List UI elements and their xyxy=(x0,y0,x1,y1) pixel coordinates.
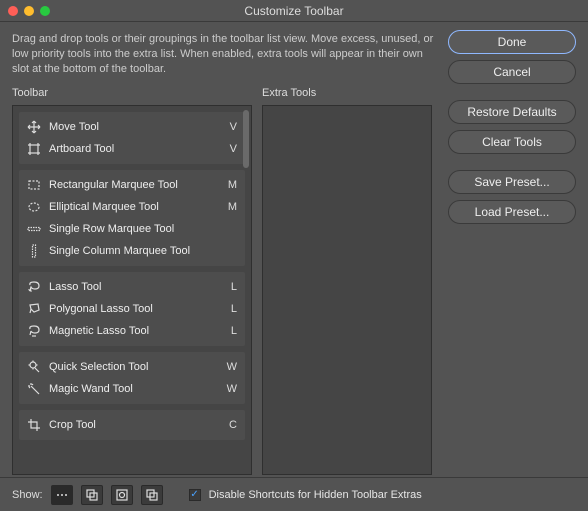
tool-row[interactable]: Quick Selection Tool W xyxy=(19,356,245,378)
tool-label: Elliptical Marquee Tool xyxy=(49,201,217,213)
tool-label: Magic Wand Tool xyxy=(49,383,217,395)
tool-row[interactable]: Move Tool V xyxy=(19,116,245,138)
tool-label: Magnetic Lasso Tool xyxy=(49,325,217,337)
minimize-icon[interactable] xyxy=(24,6,34,16)
tool-label: Single Row Marquee Tool xyxy=(49,223,217,235)
side-buttons: Done Cancel Restore Defaults Clear Tools… xyxy=(448,30,576,224)
extra-tools-list[interactable] xyxy=(262,105,432,475)
show-dots-button[interactable] xyxy=(51,485,73,505)
tool-label: Rectangular Marquee Tool xyxy=(49,179,217,191)
tool-group[interactable]: Quick Selection Tool W Magic Wand Tool W xyxy=(19,352,245,404)
tool-row[interactable]: Single Row Marquee Tool xyxy=(19,218,245,240)
tool-shortcut: V xyxy=(225,143,237,155)
show-label: Show: xyxy=(12,489,43,501)
save-preset-button[interactable]: Save Preset... xyxy=(448,170,576,194)
move-icon xyxy=(27,120,41,134)
tool-row[interactable]: Lasso Tool L xyxy=(19,276,245,298)
tool-label: Artboard Tool xyxy=(49,143,217,155)
tool-row[interactable]: Magnetic Lasso Tool L xyxy=(19,320,245,342)
tool-row[interactable]: Single Column Marquee Tool xyxy=(19,240,245,262)
tool-shortcut: M xyxy=(225,201,237,213)
extra-column-label: Extra Tools xyxy=(262,87,432,99)
tool-row[interactable]: Crop Tool C xyxy=(19,414,245,436)
tool-label: Quick Selection Tool xyxy=(49,361,217,373)
tool-shortcut: M xyxy=(225,179,237,191)
cancel-button[interactable]: Cancel xyxy=(448,60,576,84)
tool-row[interactable]: Artboard Tool V xyxy=(19,138,245,160)
tool-row[interactable]: Polygonal Lasso Tool L xyxy=(19,298,245,320)
scrollbar[interactable] xyxy=(243,110,249,168)
tool-group[interactable]: Crop Tool C xyxy=(19,410,245,440)
done-button[interactable]: Done xyxy=(448,30,576,54)
tool-row[interactable]: Magic Wand Tool W xyxy=(19,378,245,400)
clear-tools-button[interactable]: Clear Tools xyxy=(448,130,576,154)
window-controls xyxy=(0,6,50,16)
tool-label: Single Column Marquee Tool xyxy=(49,245,217,257)
poly-lasso-icon xyxy=(27,302,41,316)
crop-icon xyxy=(27,418,41,432)
show-screenmode-button[interactable] xyxy=(141,485,163,505)
window-title: Customize Toolbar xyxy=(0,4,588,18)
disable-shortcuts-label: Disable Shortcuts for Hidden Toolbar Ext… xyxy=(209,489,422,501)
show-quickmask-button[interactable] xyxy=(111,485,133,505)
tool-label: Lasso Tool xyxy=(49,281,217,293)
disable-shortcuts-checkbox[interactable]: ✓ xyxy=(189,489,201,501)
tool-label: Crop Tool xyxy=(49,419,217,431)
footer: Show: ✓ Disable Shortcuts for Hidden Too… xyxy=(0,477,588,511)
lasso-icon xyxy=(27,280,41,294)
tool-row[interactable]: Elliptical Marquee Tool M xyxy=(19,196,245,218)
artboard-icon xyxy=(27,142,41,156)
rect-marquee-icon xyxy=(27,178,41,192)
row-marquee-icon xyxy=(27,222,41,236)
tool-group[interactable]: Rectangular Marquee ToolMElliptical Marq… xyxy=(19,170,245,266)
tool-group[interactable]: Lasso ToolLPolygonal Lasso ToolLMagnetic… xyxy=(19,272,245,346)
tool-shortcut: W xyxy=(225,383,237,395)
tool-shortcut: C xyxy=(225,419,237,431)
tool-shortcut: L xyxy=(225,303,237,315)
tool-label: Polygonal Lasso Tool xyxy=(49,303,217,315)
tool-shortcut: W xyxy=(225,361,237,373)
restore-defaults-button[interactable]: Restore Defaults xyxy=(448,100,576,124)
toolbar-column-label: Toolbar xyxy=(12,87,252,99)
tool-label: Move Tool xyxy=(49,121,217,133)
titlebar: Customize Toolbar xyxy=(0,0,588,22)
tool-shortcut: L xyxy=(225,281,237,293)
tool-row[interactable]: Rectangular Marquee Tool M xyxy=(19,174,245,196)
tool-shortcut: L xyxy=(225,325,237,337)
col-marquee-icon xyxy=(27,244,41,258)
maximize-icon[interactable] xyxy=(40,6,50,16)
load-preset-button[interactable]: Load Preset... xyxy=(448,200,576,224)
magic-wand-icon xyxy=(27,382,41,396)
quick-select-icon xyxy=(27,360,41,374)
close-icon[interactable] xyxy=(8,6,18,16)
tool-group[interactable]: Move Tool V Artboard Tool V xyxy=(19,112,245,164)
toolbar-list[interactable]: Move Tool V Artboard Tool V Rectangular Marq… xyxy=(12,105,252,475)
ellipse-marquee-icon xyxy=(27,200,41,214)
tool-shortcut: V xyxy=(225,121,237,133)
show-foreground-button[interactable] xyxy=(81,485,103,505)
mag-lasso-icon xyxy=(27,324,41,338)
